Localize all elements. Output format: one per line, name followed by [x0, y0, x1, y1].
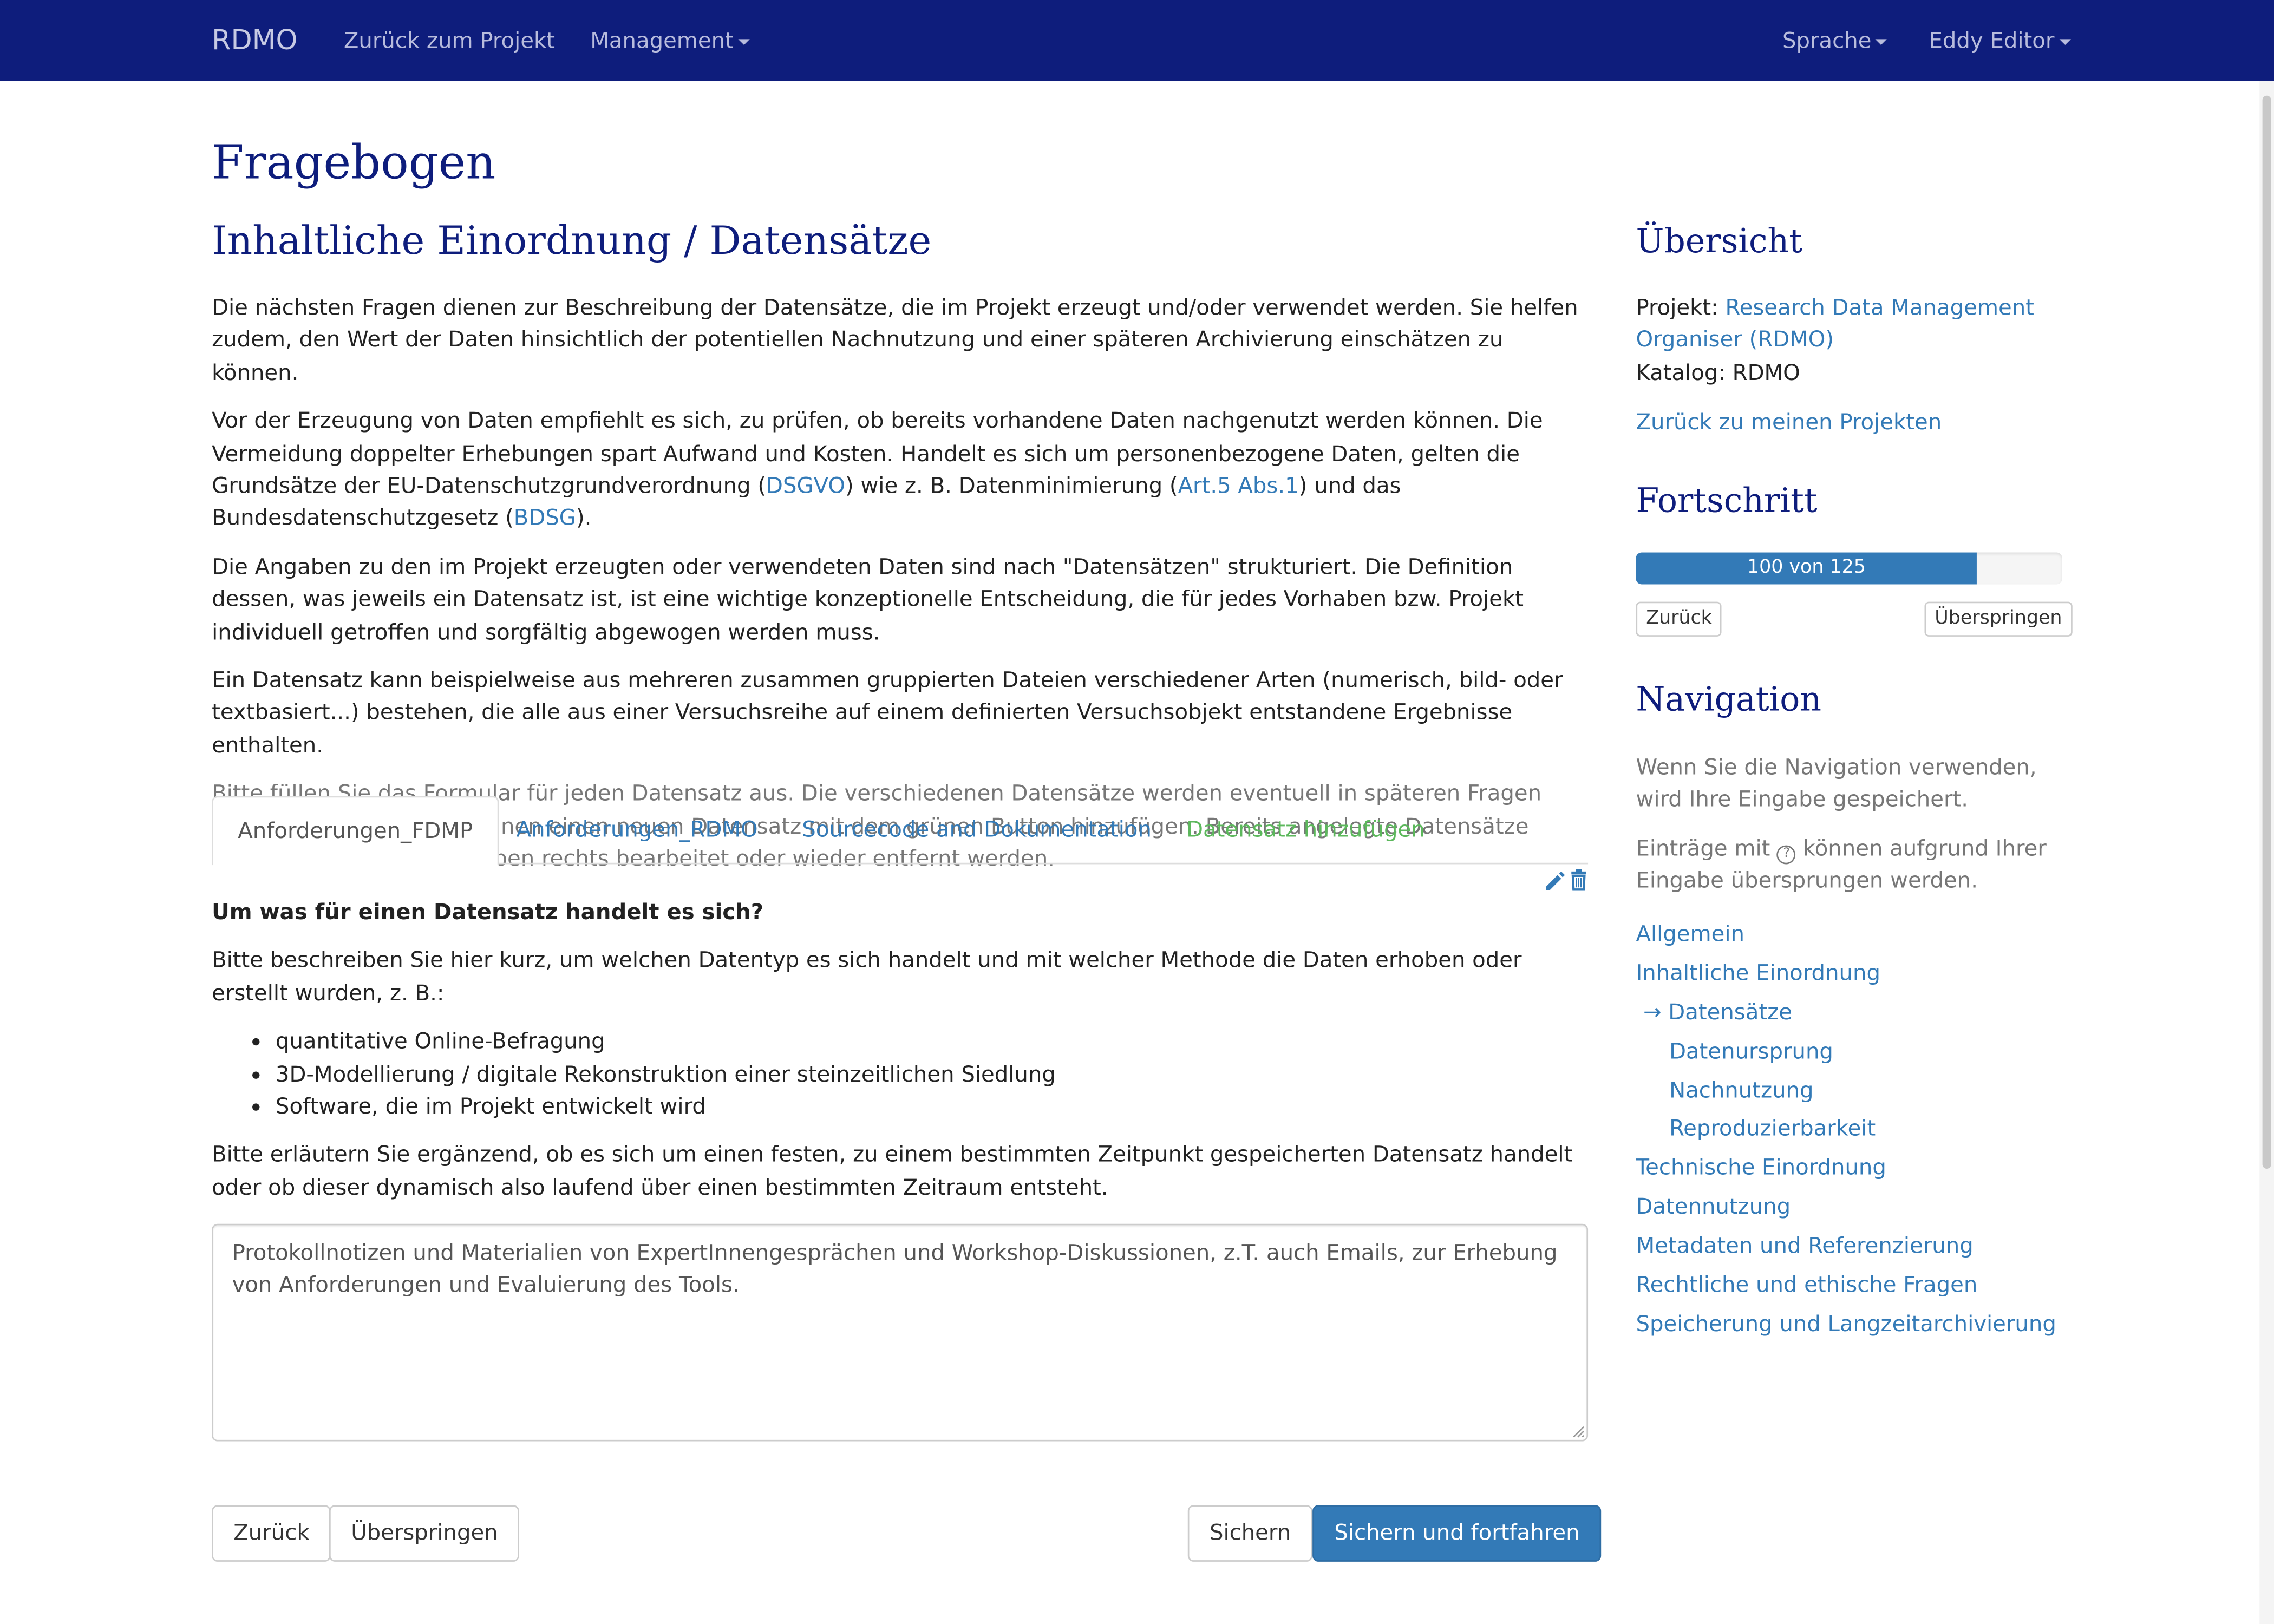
back-to-project-link[interactable]: Zurück zum Projekt	[344, 28, 555, 54]
brand-link[interactable]: RDMO	[212, 25, 298, 57]
caret-down-icon	[737, 38, 750, 44]
nav-item-rechtliche-fragen[interactable]: Rechtliche und ethische Fragen	[1636, 1266, 2071, 1305]
intro-text: ) wie z. B. Datenminimierung (	[845, 473, 1178, 499]
intro-paragraph-3: Die Angaben zu den im Projekt erzeugten …	[212, 553, 1524, 645]
user-menu-label: Eddy Editor	[1929, 27, 2055, 54]
bdsg-link[interactable]: BDSG	[514, 505, 576, 531]
nav-item-datennutzung[interactable]: Datennutzung	[1636, 1188, 2071, 1227]
nav-item-datensaetze[interactable]: → Datensätze	[1636, 993, 2071, 1032]
nav-item-inhaltliche-einordnung[interactable]: Inhaltliche Einordnung	[1636, 954, 2071, 993]
answer-textarea[interactable]: Protokollnotizen und Materialien von Exp…	[212, 1223, 1589, 1442]
dataset-tools	[1543, 868, 1590, 898]
pencil-icon[interactable]	[1546, 871, 1565, 890]
navigation-title: Navigation	[1636, 681, 1822, 719]
save-button[interactable]: Sichern	[1187, 1505, 1313, 1562]
page-title: Fragebogen	[212, 135, 496, 190]
nav-item-reproduzierbarkeit[interactable]: Reproduzierbarkeit	[1636, 1110, 2071, 1149]
catalog-label: Katalog: RDMO	[1636, 359, 1800, 386]
user-menu[interactable]: Eddy Editor	[1929, 28, 2070, 54]
intro-text: ).	[576, 505, 592, 532]
language-menu[interactable]: Sprache	[1782, 28, 1887, 54]
add-dataset-tab[interactable]: Datensatz hinzufügen	[1162, 796, 1450, 865]
nav-help-text: Einträge mit	[1636, 835, 1770, 862]
caret-down-icon	[2059, 38, 2070, 44]
list-item: quantitative Online-Befragung	[276, 1025, 1590, 1058]
questionnaire-navigation: Allgemein Inhaltliche Einordnung → Daten…	[1636, 915, 2071, 1344]
project-label: Projekt:	[1636, 294, 1718, 320]
back-button[interactable]: Zurück	[212, 1505, 331, 1562]
question-help-1: Bitte beschreiben Sie hier kurz, um welc…	[212, 947, 1522, 1006]
save-continue-button[interactable]: Sichern und fortfahren	[1312, 1505, 1602, 1562]
top-navbar: RDMO Zurück zum Projekt Management Sprac…	[0, 0, 2274, 82]
navigation-help-2: Einträge mit ? können aufgrund Ihrer Ein…	[1636, 833, 2071, 898]
resize-handle-icon[interactable]	[1571, 1424, 1585, 1438]
overview-info: Projekt: Research Data Management Organi…	[1636, 291, 2071, 389]
intro-paragraph-4: Ein Datensatz kann beispielweise aus meh…	[212, 667, 1563, 758]
vertical-scrollbar[interactable]	[2259, 81, 2274, 1624]
nav-item-speicherung[interactable]: Speicherung und Langzeitarchivierung	[1636, 1305, 2071, 1344]
art5-link[interactable]: Art.5 Abs.1	[1178, 473, 1299, 499]
tab-anforderungen-fdmp[interactable]: Anforderungen_FDMP	[212, 796, 499, 866]
question-help-2: Bitte erläutern Sie ergänzend, ob es sic…	[212, 1142, 1573, 1201]
tab-sourcecode-dokumentation[interactable]: Sourcecode and Dokumentation	[777, 796, 1177, 865]
progress-bar: 100 von 125	[1636, 552, 2062, 585]
nav-item-metadaten[interactable]: Metadaten und Referenzierung	[1636, 1227, 2071, 1266]
caret-down-icon	[1876, 38, 1887, 44]
nav-item-technische-einordnung[interactable]: Technische Einordnung	[1636, 1149, 2071, 1188]
question-title: Um was für einen Datensatz handelt es si…	[212, 899, 764, 925]
dataset-tabs: Anforderungen_FDMP Anforderungen_RDMO So…	[212, 796, 1589, 866]
nav-item-allgemein[interactable]: Allgemein	[1636, 915, 2071, 954]
list-item: 3D-Modellierung / digitale Rekonstruktio…	[276, 1058, 1590, 1090]
tab-anforderungen-rdmo[interactable]: Anforderungen_RDMO	[492, 796, 782, 865]
intro-paragraph-1: Die nächsten Fragen dienen zur Beschreib…	[212, 294, 1578, 386]
section-title: Inhaltliche Einordnung / Datensätze	[212, 219, 932, 264]
nav-item-datenursprung[interactable]: Datenursprung	[1636, 1032, 2071, 1071]
progress-back-button[interactable]: Zurück	[1636, 601, 1722, 637]
trash-icon[interactable]	[1571, 869, 1586, 891]
intro-paragraph-2: Vor der Erzeugung von Daten empfiehlt es…	[212, 405, 1590, 535]
management-menu[interactable]: Management	[590, 27, 750, 54]
question-circle-icon: ?	[1777, 845, 1796, 865]
nav-item-nachnutzung[interactable]: Nachnutzung	[1636, 1071, 2071, 1110]
dsgvo-link[interactable]: DSGVO	[766, 473, 845, 499]
page-root: RDMO Zurück zum Projekt Management Sprac…	[0, 0, 2274, 1624]
list-item: Software, die im Projekt entwickelt wird	[276, 1090, 1590, 1123]
language-menu-label: Sprache	[1782, 27, 1872, 54]
skip-button[interactable]: Überspringen	[329, 1505, 520, 1562]
question-block: Um was für einen Datensatz handelt es si…	[212, 896, 1590, 1220]
management-menu-label: Management	[590, 27, 734, 54]
scrollbar-thumb[interactable]	[2262, 95, 2271, 1169]
answer-text: Protokollnotizen und Materialien von Exp…	[232, 1240, 1558, 1299]
progress-fill: 100 von 125	[1636, 552, 1977, 585]
back-to-projects-link[interactable]: Zurück zu meinen Projekten	[1636, 406, 2071, 438]
question-examples: quantitative Online-Befragung 3D-Modelli…	[212, 1025, 1590, 1123]
progress-title: Fortschritt	[1636, 482, 1818, 521]
navigation-help-1: Wenn Sie die Navigation verwenden, wird …	[1636, 754, 2037, 813]
overview-title: Übersicht	[1636, 223, 1802, 261]
progress-skip-button[interactable]: Überspringen	[1924, 601, 2073, 637]
